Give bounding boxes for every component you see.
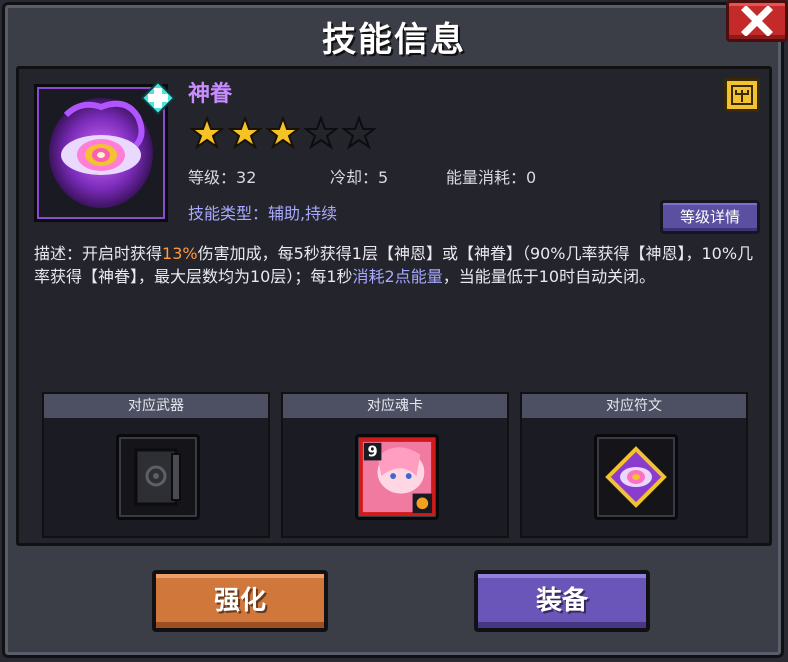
soul-card-item[interactable]: 9 <box>355 434 439 520</box>
level-detail-button[interactable]: 等级详情 <box>660 200 760 234</box>
energy-cost-value: 0 <box>526 168 537 187</box>
rune-slot-label: 对应符文 <box>522 394 746 418</box>
star-empty-icon <box>304 116 338 150</box>
star-rating <box>190 116 376 150</box>
rune-symbol-icon[interactable] <box>724 78 760 112</box>
level-label: 等级： <box>188 168 237 187</box>
description-text: 描述：开启时获得 <box>34 244 163 263</box>
window-title: 技能信息 <box>322 20 466 60</box>
card-level-text: 9 <box>368 444 378 461</box>
description-text: ，当能量低于10时自动关闭。 <box>442 267 656 286</box>
cooldown-stat: 冷却：5 <box>330 164 388 188</box>
weapon-item[interactable] <box>116 434 200 520</box>
energy-cost-stat: 能量消耗：0 <box>446 164 536 188</box>
rune-slot: 对应符文 <box>520 392 748 538</box>
soul-card-slot-label: 对应魂卡 <box>283 394 507 418</box>
level-stat: 等级：32 <box>188 164 256 188</box>
skill-type: 技能类型：辅助,持续 <box>188 204 338 223</box>
damage-bonus-highlight: 13% <box>162 244 198 263</box>
skill-name: 神眷 <box>188 82 233 107</box>
tree-glyph-icon <box>731 85 753 105</box>
gem-badge-icon <box>140 80 176 116</box>
star-empty-icon <box>342 116 376 150</box>
cooldown-value: 5 <box>378 168 389 187</box>
weapon-slot: 对应武器 <box>42 392 270 538</box>
soul-card-slot: 对应魂卡 9 <box>281 392 509 538</box>
star-filled-icon <box>266 116 300 150</box>
dark-book-icon <box>134 448 181 506</box>
weapon-slot-label: 对应武器 <box>44 394 268 418</box>
rune-item[interactable] <box>594 434 678 520</box>
equip-button[interactable]: 装备 <box>474 570 650 632</box>
energy-cost-label: 能量消耗： <box>446 168 527 187</box>
close-icon <box>741 6 773 36</box>
skill-description: 描述：开启时获得13%伤害加成，每5秒获得1层【神恩】或【神眷】（90%几率获得… <box>34 242 754 288</box>
star-filled-icon <box>190 116 224 150</box>
level-value: 32 <box>236 168 257 187</box>
strengthen-button[interactable]: 强化 <box>152 570 328 632</box>
energy-cost-highlight: 消耗2点能量 <box>352 267 443 286</box>
rune-eye-icon <box>605 446 667 508</box>
cooldown-label: 冷却： <box>330 168 379 187</box>
close-button[interactable] <box>726 0 788 42</box>
star-filled-icon <box>228 116 262 150</box>
soul-card-icon: 9 <box>358 438 436 516</box>
